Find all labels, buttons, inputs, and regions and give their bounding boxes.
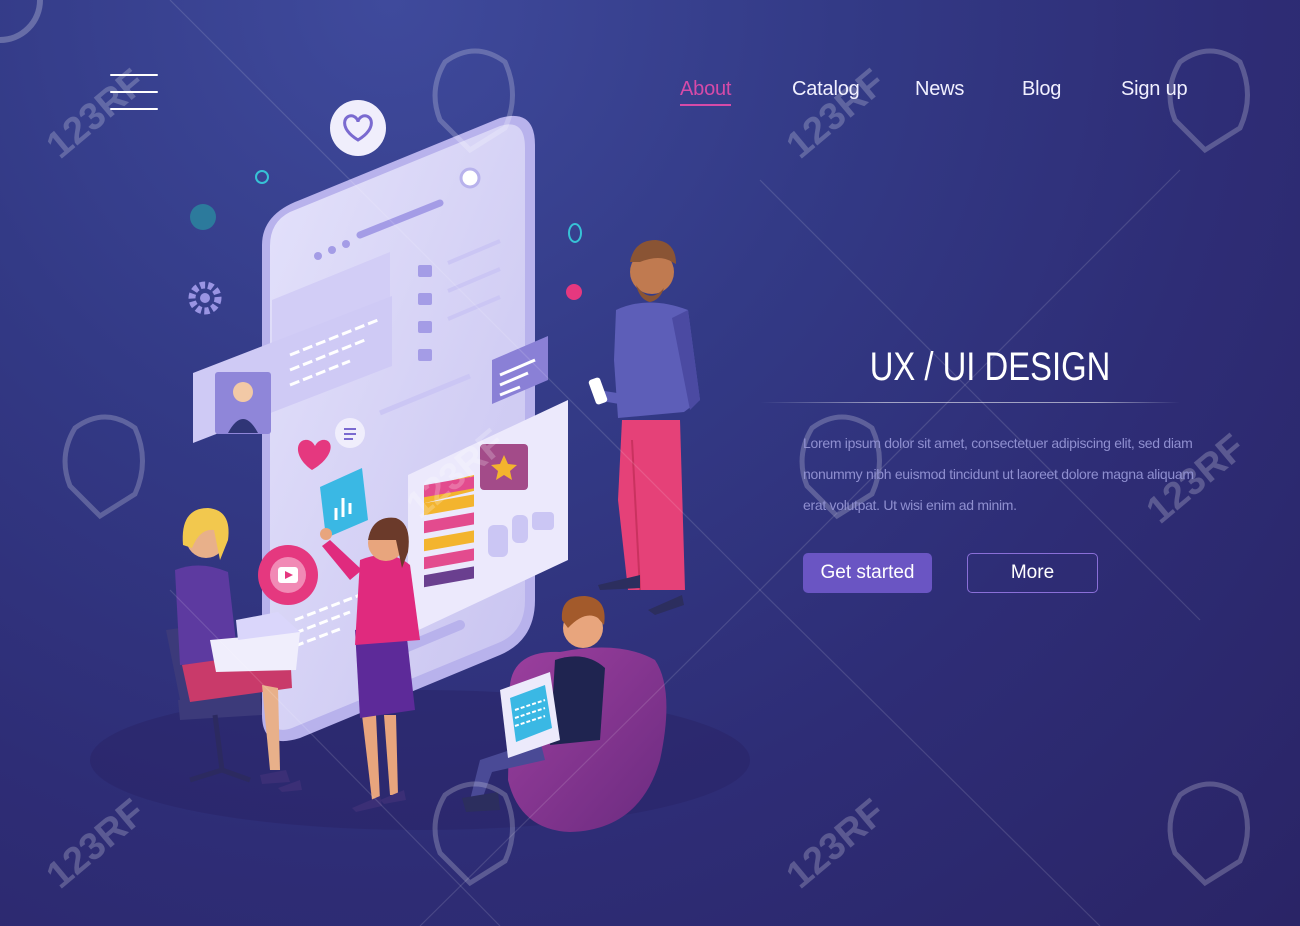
nav-sign-up[interactable]: Sign up xyxy=(1121,78,1188,101)
hero-title: UX / UI DESIGN xyxy=(869,345,1111,389)
heart-badge-icon xyxy=(330,100,386,156)
man-standing-figure xyxy=(588,240,700,615)
nav-news[interactable]: News xyxy=(915,78,964,101)
nav-catalog[interactable]: Catalog xyxy=(792,78,860,101)
video-play-icon xyxy=(258,545,318,605)
get-started-button[interactable]: Get started xyxy=(803,553,932,593)
chat-bubble-icon xyxy=(335,418,365,448)
hero-divider xyxy=(760,402,1180,403)
nav-blog[interactable]: Blog xyxy=(1022,78,1061,101)
hero-description: Lorem ipsum dolor sit amet, consectetuer… xyxy=(803,435,1194,513)
more-button[interactable]: More xyxy=(967,553,1098,593)
watermark-text: 123RF xyxy=(779,791,893,896)
gear-icon xyxy=(188,281,222,315)
decor-circle xyxy=(255,170,269,184)
ux-team-illustration xyxy=(90,100,750,832)
